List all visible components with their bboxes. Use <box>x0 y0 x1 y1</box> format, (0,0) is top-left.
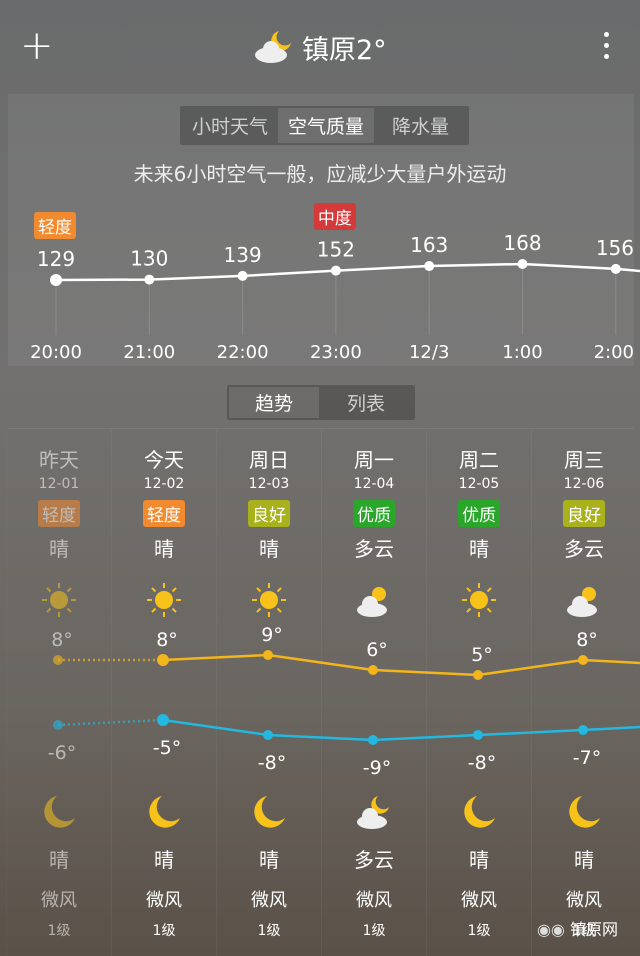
high-temp-label: 8° <box>576 629 598 651</box>
low-temp-point <box>368 735 378 745</box>
low-temp-line <box>162 718 640 742</box>
low-temp-label: -5° <box>153 737 181 759</box>
low-temp-point <box>263 730 273 740</box>
high-temp-point <box>578 655 588 665</box>
high-temp-label: 6° <box>366 639 388 661</box>
low-temp-label: -9° <box>363 757 391 779</box>
high-temp-label: 9° <box>261 624 283 646</box>
low-temp-point <box>53 720 63 730</box>
high-temp-label: 8° <box>51 629 73 651</box>
low-temp-point <box>157 714 169 726</box>
temperature-chart: 8° 8° 9° 6° 5° 8° -6° -5° -8° -9° -8° -7° <box>48 624 640 779</box>
high-temp-point <box>263 650 273 660</box>
watermark-text: 镇原网 <box>569 920 618 939</box>
low-temp-label: -7° <box>573 747 601 769</box>
high-temp-point <box>53 655 63 665</box>
low-temp-label: -6° <box>48 742 76 764</box>
low-temp-label: -8° <box>258 752 286 774</box>
high-temp-point <box>157 654 169 666</box>
watermark: ◉◉ 镇原网 <box>536 920 618 939</box>
high-temp-point <box>473 670 483 680</box>
low-temp-past-line <box>57 718 164 727</box>
high-temp-label: 5° <box>471 644 493 666</box>
high-temp-line <box>162 653 640 677</box>
low-temp-point <box>578 725 588 735</box>
high-temp-point <box>368 665 378 675</box>
high-temp-label: 8° <box>156 629 178 651</box>
low-temp-point <box>473 730 483 740</box>
low-temp-label: -8° <box>468 752 496 774</box>
